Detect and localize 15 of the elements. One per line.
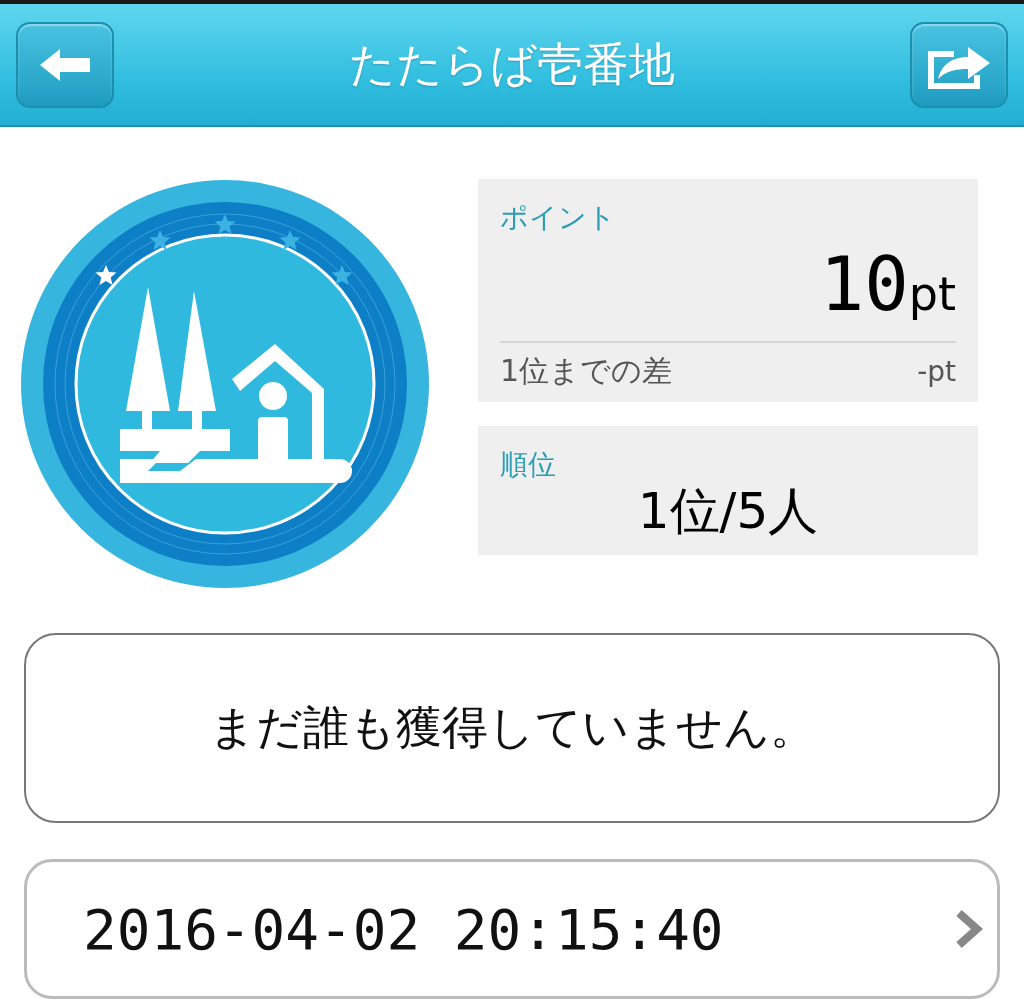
timestamp: 2016-04-02 20:15:40	[83, 896, 724, 962]
rank-value: 1位/5人	[637, 481, 819, 542]
share-button[interactable]	[910, 21, 1008, 108]
back-arrow-icon	[38, 46, 92, 83]
page-title: たたらば壱番地	[349, 35, 675, 93]
gap-value: -pt	[917, 355, 956, 388]
back-button[interactable]	[16, 21, 114, 108]
points-value: 10pt	[819, 241, 956, 327]
house-and-trees-icon	[120, 287, 352, 483]
history-row[interactable]: 2016-04-02 20:15:40	[24, 859, 1000, 999]
message-box: まだ誰も獲得していません。	[24, 633, 1000, 823]
gap-label: 1位までの差	[500, 352, 673, 390]
chevron-right-icon	[955, 909, 983, 949]
points-label: ポイント	[500, 200, 616, 236]
rank-label: 順位	[500, 447, 556, 483]
